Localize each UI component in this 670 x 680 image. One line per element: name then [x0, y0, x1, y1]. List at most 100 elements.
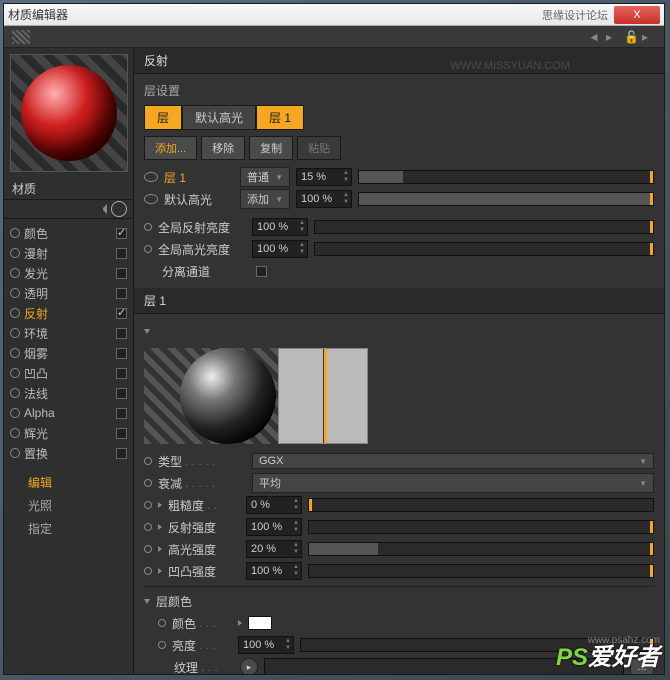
global-spec-row: 全局高光亮度 ▲▼ [144, 238, 654, 260]
channel-glow[interactable]: 辉光 [10, 423, 127, 443]
tab-layer1[interactable]: 层 1 [256, 105, 304, 130]
spec-str-slider[interactable] [308, 542, 654, 556]
texture-arrow-button[interactable]: ▸ [240, 658, 258, 674]
layer-opacity-input[interactable] [297, 169, 341, 185]
menu-icon[interactable]: ▸ [642, 30, 656, 44]
atten-dropdown[interactable]: 平均▼ [252, 473, 654, 493]
param-dot-icon[interactable] [158, 641, 166, 649]
channel-diffuse[interactable]: 漫射 [10, 243, 127, 263]
layer-settings-label: 层设置 [144, 80, 654, 105]
layer-opacity-input[interactable] [297, 191, 341, 207]
sidebar-label: 材质 [4, 178, 133, 199]
layer-buttons: 添加... 移除 复制 粘贴 [144, 136, 654, 160]
preview-reflection-sphere [180, 348, 276, 444]
color-swatch[interactable] [248, 616, 272, 630]
channel-fog[interactable]: 烟雾 [10, 343, 127, 363]
layer-color-header[interactable]: 层颜色 [144, 590, 654, 612]
bump-str-input[interactable] [247, 563, 291, 579]
layer-row-1[interactable]: 层 1 普通▼ ▲▼ [144, 166, 654, 188]
paste-button[interactable]: 粘贴 [297, 136, 341, 160]
channel-displacement[interactable]: 置换 [10, 443, 127, 463]
color-row: 颜色 . . . [144, 612, 654, 634]
blend-mode-dropdown[interactable]: 添加▼ [240, 189, 290, 209]
watermark: PS爱好者 [556, 637, 660, 672]
lock-icon[interactable]: 🔓 [624, 30, 638, 44]
expand-icon[interactable] [158, 502, 162, 508]
channel-normal[interactable]: 法线 [10, 383, 127, 403]
roughness-slider[interactable] [308, 498, 654, 512]
close-button[interactable]: X [614, 6, 660, 24]
layer-opacity-slider[interactable] [358, 192, 654, 206]
layer-opacity-slider[interactable] [358, 170, 654, 184]
target-icon[interactable] [111, 201, 127, 217]
add-button[interactable]: 添加... [144, 136, 197, 160]
param-dot-icon[interactable] [158, 619, 166, 627]
tab-layers[interactable]: 层 [144, 105, 182, 130]
roughness-input[interactable] [247, 497, 291, 513]
param-dot-icon[interactable] [144, 223, 152, 231]
channel-reflection[interactable]: 反射 [10, 303, 127, 323]
collapse-icon[interactable] [144, 329, 150, 334]
refl-str-input[interactable] [247, 519, 291, 535]
global-spec-input[interactable] [253, 241, 297, 257]
arrow-right-icon[interactable]: ▸ [606, 30, 620, 44]
collapse-icon[interactable] [144, 599, 150, 604]
titlebar[interactable]: 材质编辑器 思缘设计论坛 X [4, 4, 664, 26]
expand-icon[interactable] [158, 546, 162, 552]
expand-icon[interactable] [158, 568, 162, 574]
brightness-input[interactable] [239, 637, 283, 653]
param-dot-icon[interactable] [144, 545, 152, 553]
layer-row-2[interactable]: 默认高光 添加▼ ▲▼ [144, 188, 654, 210]
separate-channel-row: 分离通道 [144, 260, 654, 282]
link-illum[interactable]: 光照 [10, 494, 127, 517]
editor-links: 编辑 光照 指定 [4, 467, 133, 544]
layer-tabs: 层 默认高光 层 1 [144, 105, 654, 130]
atten-row: 衰减 . . . . . 平均▼ [144, 472, 654, 494]
link-edit[interactable]: 编辑 [10, 471, 127, 494]
preview-sphere [21, 65, 117, 161]
channel-color[interactable]: 颜色 [10, 223, 127, 243]
link-assign[interactable]: 指定 [10, 517, 127, 540]
global-refl-slider[interactable] [314, 220, 654, 234]
arrow-left-icon[interactable]: ◄ [588, 30, 602, 44]
param-dot-icon[interactable] [144, 457, 152, 465]
eye-icon[interactable] [144, 194, 158, 204]
layer-preview [144, 342, 654, 450]
separate-checkbox[interactable] [256, 266, 267, 277]
bump-strength-row: 凹凸强度 ▲▼ [144, 560, 654, 582]
channel-bump[interactable]: 凹凸 [10, 363, 127, 383]
watermark-top: WWW.MISSYUAN.COM [450, 60, 570, 72]
copy-button[interactable]: 复制 [249, 136, 293, 160]
param-dot-icon[interactable] [144, 567, 152, 575]
eye-icon[interactable] [144, 172, 158, 182]
global-reflection-row: 全局反射亮度 ▲▼ [144, 216, 654, 238]
body: 材质 颜色 漫射 发光 透明 反射 环境 烟雾 凹凸 法线 Alpha 辉光 置… [4, 48, 664, 674]
channel-alpha[interactable]: Alpha [10, 403, 127, 423]
type-dropdown[interactable]: GGX▼ [252, 453, 654, 469]
spec-str-input[interactable] [247, 541, 291, 557]
channel-transparency[interactable]: 透明 [10, 283, 127, 303]
forum-label: 思缘设计论坛 [542, 7, 608, 23]
tab-default-spec[interactable]: 默认高光 [182, 105, 256, 130]
global-refl-input[interactable] [253, 219, 297, 235]
hatch-icon[interactable] [12, 30, 30, 44]
param-dot-icon[interactable] [144, 479, 152, 487]
global-spec-slider[interactable] [314, 242, 654, 256]
refl-strength-row: 反射强度 ▲▼ [144, 516, 654, 538]
param-dot-icon[interactable] [144, 501, 152, 509]
sidebar: 材质 颜色 漫射 发光 透明 反射 环境 烟雾 凹凸 法线 Alpha 辉光 置… [4, 48, 134, 674]
expand-icon[interactable] [238, 620, 242, 626]
spec-strength-row: 高光强度 ▲▼ [144, 538, 654, 560]
channel-environment[interactable]: 环境 [10, 323, 127, 343]
expand-icon[interactable] [158, 524, 162, 530]
refl-str-slider[interactable] [308, 520, 654, 534]
channel-luminance[interactable]: 发光 [10, 263, 127, 283]
remove-button[interactable]: 移除 [201, 136, 245, 160]
material-preview[interactable] [10, 54, 128, 172]
toolbar: ◄ ▸ 🔓 ▸ [4, 26, 664, 48]
param-dot-icon[interactable] [144, 245, 152, 253]
param-dot-icon[interactable] [144, 523, 152, 531]
expand-icon[interactable] [97, 204, 107, 214]
blend-mode-dropdown[interactable]: 普通▼ [240, 167, 290, 187]
bump-str-slider[interactable] [308, 564, 654, 578]
